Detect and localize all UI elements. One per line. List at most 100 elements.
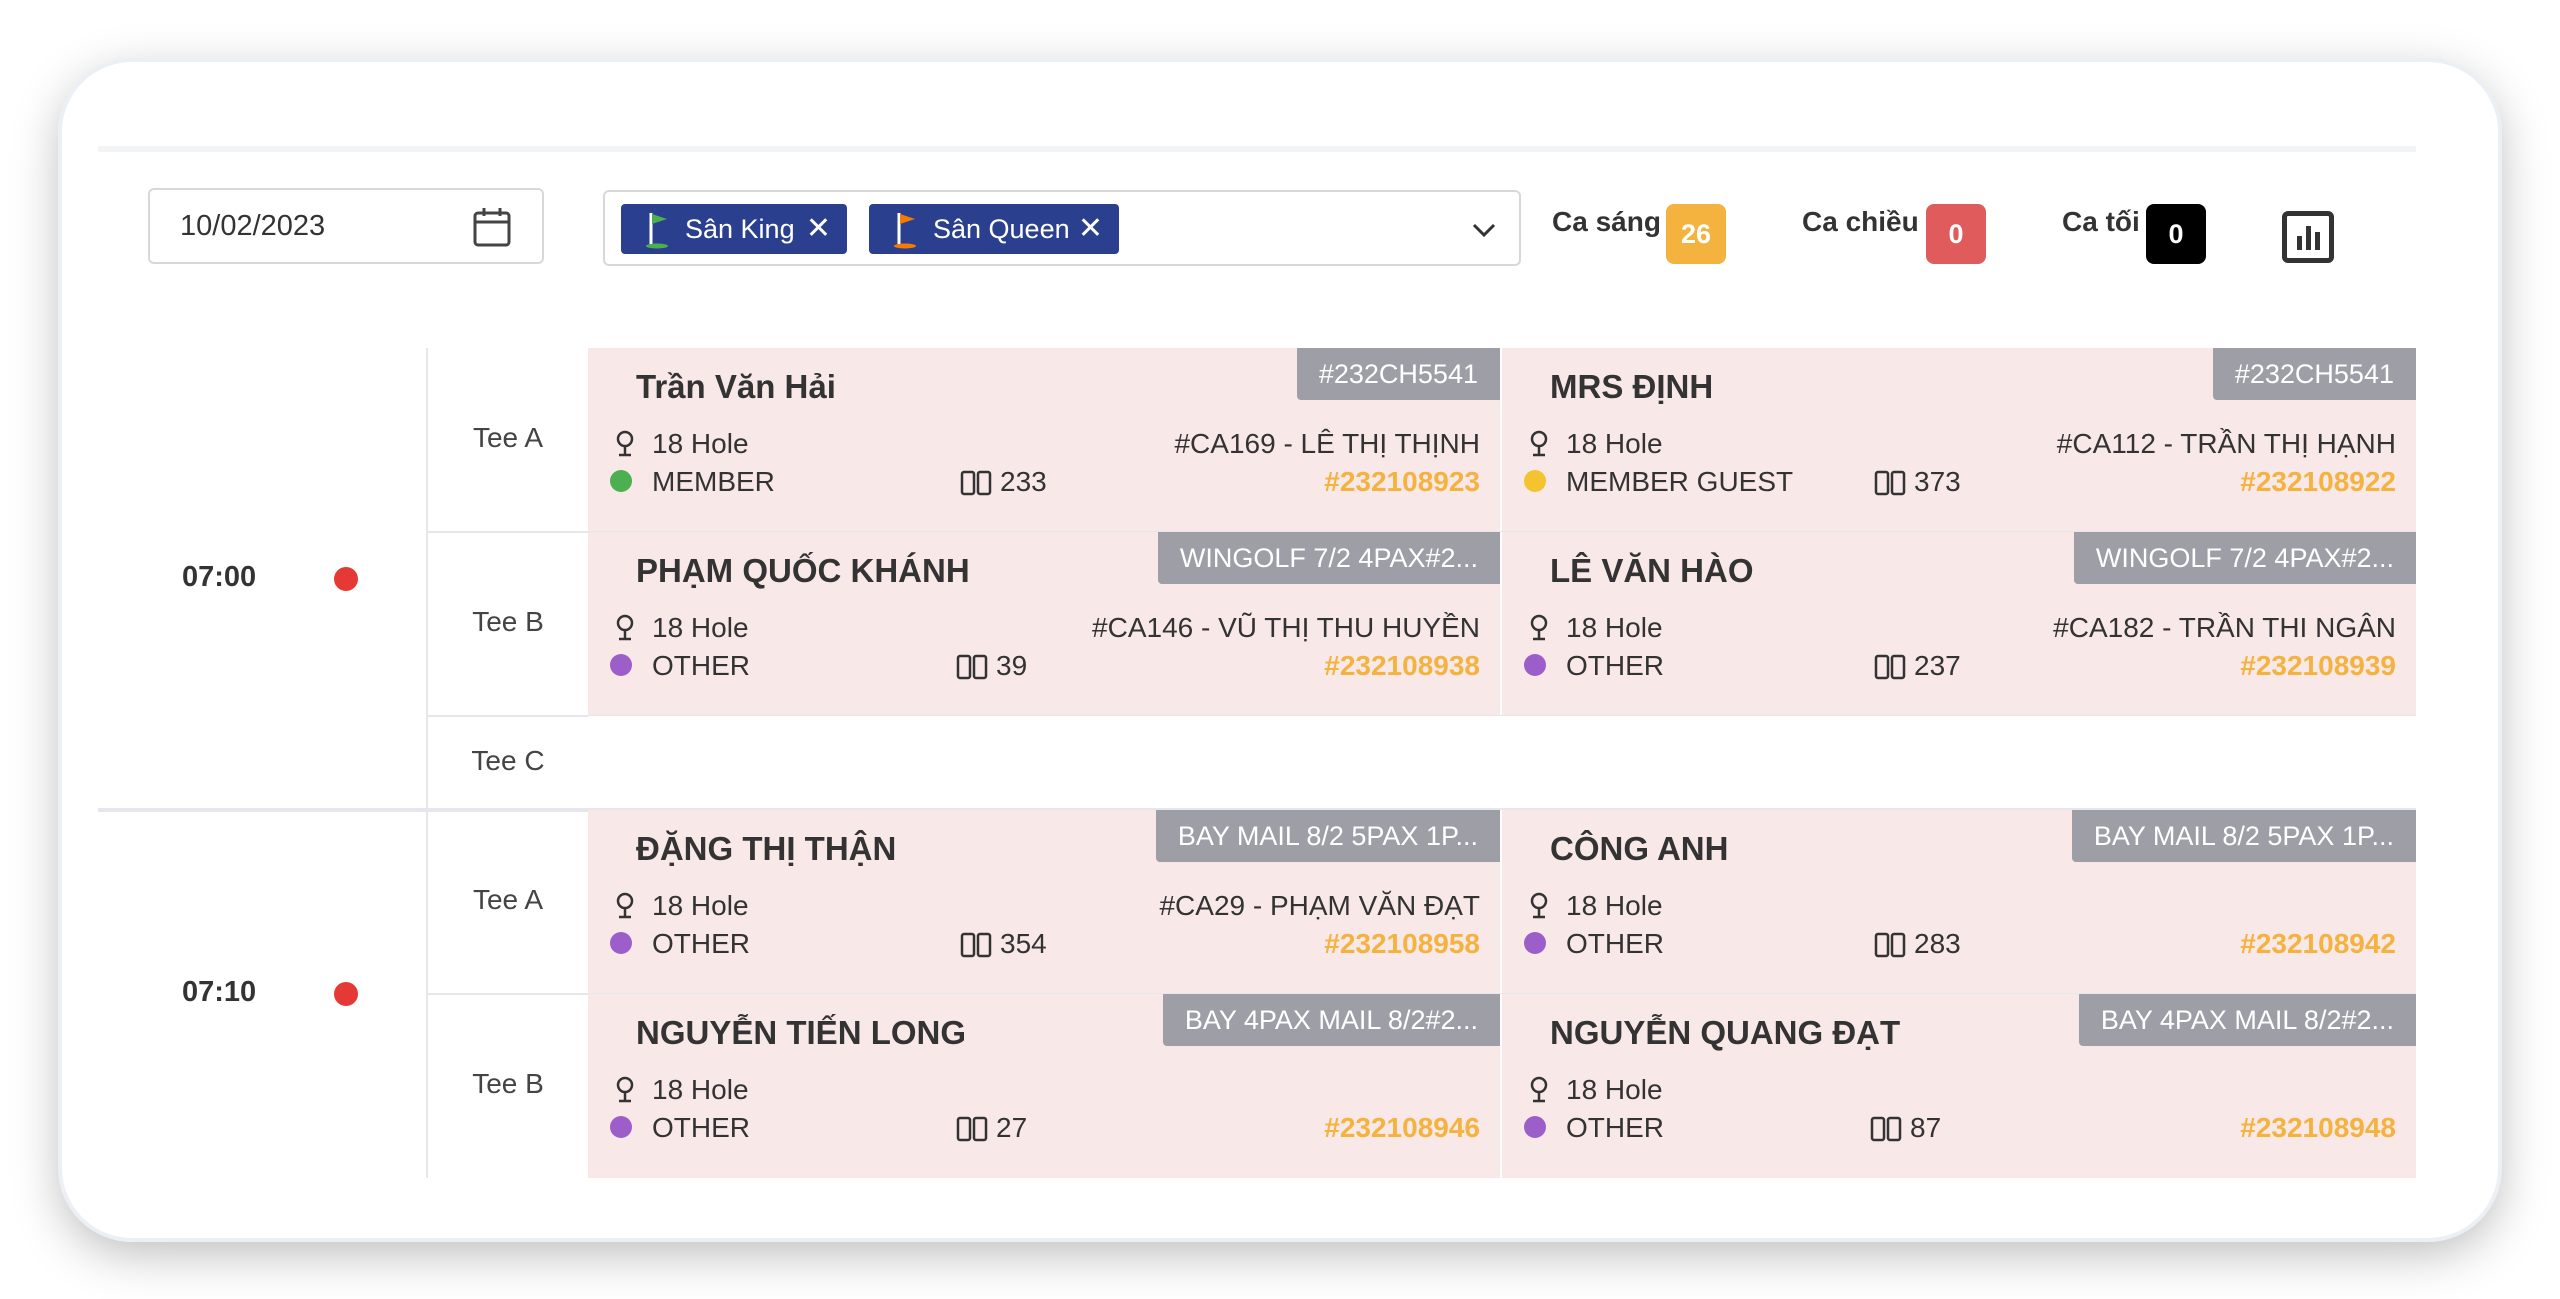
hole-count: 18 Hole xyxy=(652,612,749,643)
hole-pin-icon xyxy=(616,892,634,919)
guest-type-dot xyxy=(610,1116,632,1138)
booking-code: #232108939 xyxy=(2240,650,2396,681)
golf-flag-icon xyxy=(894,213,916,249)
booking-code: #232108923 xyxy=(1324,466,1480,497)
hole-count: 18 Hole xyxy=(1566,890,1663,921)
hole-count: 18 Hole xyxy=(652,890,749,921)
hole-pin-icon xyxy=(616,614,634,641)
shift-morning-label: Ca sáng xyxy=(1552,206,1661,237)
guest-type-dot xyxy=(610,654,632,676)
guest-type: OTHER xyxy=(652,928,750,959)
booking-slot[interactable]: LÊ VĂN HÀO WINGOLF 7/2 4PAX#2... 18 Hole OT… xyxy=(1502,532,2416,716)
booking-slot[interactable]: Trần Văn Hải #232CH5541 18 Hole MEMBER 233 #C… xyxy=(588,348,1502,532)
player-name: NGUYỄN TIẾN LONG xyxy=(636,1014,967,1051)
bag-number: 39 xyxy=(996,650,1028,681)
hole-pin-icon xyxy=(1530,1076,1548,1103)
guest-type: MEMBER xyxy=(652,466,775,497)
tee-time: 07:00 xyxy=(182,561,257,593)
guest-type: OTHER xyxy=(1566,928,1664,959)
golf-bag-icon xyxy=(1870,1116,1902,1142)
empty-slot[interactable] xyxy=(1502,716,2416,810)
hole-count: 18 Hole xyxy=(1566,428,1663,459)
shift-afternoon-count: 0 xyxy=(1926,204,1986,264)
booking-code: #232108958 xyxy=(1324,928,1480,959)
empty-slot[interactable] xyxy=(588,716,1502,810)
booking-tag: BAY MAIL 8/2 5PAX 1P... xyxy=(1155,810,1500,862)
booking-tag: WINGOLF 7/2 4PAX#2... xyxy=(1157,532,1500,584)
golf-bag-icon xyxy=(1874,470,1906,496)
date-value: 10/02/2023 xyxy=(180,210,326,242)
shift-morning-count: 26 xyxy=(1666,204,1726,264)
player-name: MRS ĐỊNH xyxy=(1550,368,1714,405)
guest-type-dot xyxy=(1524,470,1546,492)
tee-label: Tee B xyxy=(472,606,544,637)
shift-evening-count: 0 xyxy=(2146,204,2206,264)
shift-afternoon-label: Ca chiều xyxy=(1802,206,1919,237)
player-name: ĐẶNG THỊ THẬN xyxy=(636,830,897,867)
golf-bag-icon xyxy=(1874,654,1906,680)
hole-pin-icon xyxy=(1530,892,1548,919)
caddie-info: #CA182 - TRẦN THI NGÂN xyxy=(2053,612,2396,643)
booking-code: #232108948 xyxy=(2240,1112,2396,1143)
bag-number: 87 xyxy=(1910,1112,1942,1143)
booking-slot[interactable]: CÔNG ANH BAY MAIL 8/2 5PAX 1P... 18 Hole OT… xyxy=(1502,810,2416,994)
golf-bag-icon xyxy=(956,654,988,680)
booking-tag: #232CH5541 xyxy=(1296,348,1500,400)
booking-slot[interactable]: NGUYỄN TIẾN LONG BAY 4PAX MAIL 8/2#2... 18… xyxy=(588,994,1502,1178)
calendar-icon[interactable] xyxy=(472,206,512,248)
statistics-icon[interactable] xyxy=(2282,211,2334,263)
bag-number: 237 xyxy=(1914,650,1961,681)
course-chip-queen[interactable]: Sân Queen ✕ xyxy=(869,204,1119,254)
bag-number: 373 xyxy=(1914,466,1961,497)
chevron-down-icon[interactable] xyxy=(1471,222,1497,238)
booking-slot[interactable]: NGUYỄN QUANG ĐẠT BAY 4PAX MAIL 8/2#2... 18… xyxy=(1502,994,2416,1178)
booking-tag: BAY MAIL 8/2 5PAX 1P... xyxy=(2071,810,2416,862)
guest-type: OTHER xyxy=(1566,650,1664,681)
golf-bag-icon xyxy=(960,470,992,496)
guest-type: OTHER xyxy=(1566,1112,1664,1143)
hole-count: 18 Hole xyxy=(1566,1074,1663,1105)
guest-type: OTHER xyxy=(652,1112,750,1143)
player-name: CÔNG ANH xyxy=(1550,830,1729,867)
tee-time-grid: Tee A Trần Văn Hải #232CH5541 18 Hole MEMBER… xyxy=(98,348,2416,1238)
golf-bag-icon xyxy=(1874,932,1906,958)
player-name: Trần Văn Hải xyxy=(636,368,836,405)
tee-label: Tee C xyxy=(471,745,545,776)
booking-slot[interactable]: ĐẶNG THỊ THẬN BAY MAIL 8/2 5PAX 1P... 18 H… xyxy=(588,810,1502,994)
course-chip-label: Sân Queen xyxy=(933,214,1070,244)
hole-pin-icon xyxy=(616,1076,634,1103)
remove-chip-icon[interactable]: ✕ xyxy=(806,204,831,254)
hole-pin-icon xyxy=(1530,430,1548,457)
guest-type-dot xyxy=(1524,654,1546,676)
booking-tag: WINGOLF 7/2 4PAX#2... xyxy=(2073,532,2416,584)
guest-type-dot xyxy=(1524,932,1546,954)
status-dot xyxy=(334,567,358,591)
golf-flag-icon xyxy=(646,213,668,249)
course-chip-king[interactable]: Sân King ✕ xyxy=(621,204,847,254)
booking-slot[interactable]: MRS ĐỊNH #232CH5541 18 Hole MEMBER GUEST 373… xyxy=(1502,348,2416,532)
caddie-info: #CA29 - PHẠM VĂN ĐẠT xyxy=(1159,890,1480,921)
date-picker[interactable]: 10/02/2023 xyxy=(148,188,544,264)
golf-bag-icon xyxy=(960,932,992,958)
course-chip-label: Sân King xyxy=(685,214,795,244)
tee-label: Tee B xyxy=(472,1068,544,1099)
booking-tag: BAY 4PAX MAIL 8/2#2... xyxy=(2078,994,2416,1046)
time-slot-cell: 07:10 xyxy=(98,810,428,1178)
hole-pin-icon xyxy=(616,430,634,457)
bag-number: 354 xyxy=(1000,928,1047,959)
player-name: NGUYỄN QUANG ĐẠT xyxy=(1550,1014,1901,1051)
course-multiselect[interactable]: Sân King ✕ Sân Queen ✕ xyxy=(603,190,1521,266)
player-name: PHẠM QUỐC KHÁNH xyxy=(636,552,970,589)
remove-chip-icon[interactable]: ✕ xyxy=(1078,204,1103,254)
caddie-info: #CA169 - LÊ THỊ THỊNH xyxy=(1174,428,1480,459)
guest-type-dot xyxy=(610,470,632,492)
booking-tag: #232CH5541 xyxy=(2212,348,2416,400)
booking-slot[interactable]: PHẠM QUỐC KHÁNH WINGOLF 7/2 4PAX#2... 18 H… xyxy=(588,532,1502,716)
guest-type: MEMBER GUEST xyxy=(1566,466,1794,497)
booking-code: #232108942 xyxy=(2240,928,2396,959)
caddie-info: #CA112 - TRẦN THỊ HẠNH xyxy=(2056,428,2396,459)
hole-count: 18 Hole xyxy=(652,1074,749,1105)
guest-type: OTHER xyxy=(652,650,750,681)
tee-label: Tee A xyxy=(472,422,544,453)
hole-count: 18 Hole xyxy=(1566,612,1663,643)
